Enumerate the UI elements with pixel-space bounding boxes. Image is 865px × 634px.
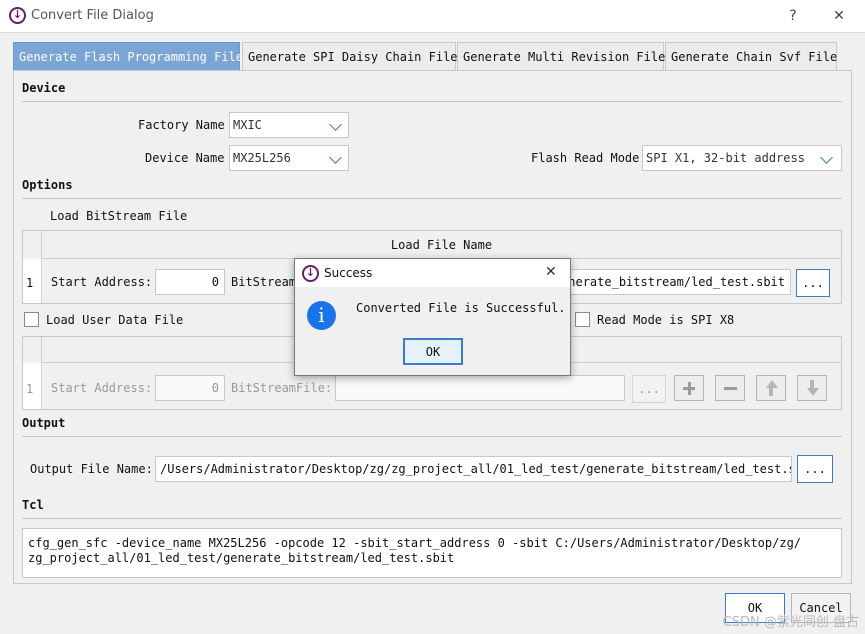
device-name-label: Device Name <box>145 151 225 165</box>
success-ok-button[interactable]: OK <box>403 338 463 365</box>
chevron-down-icon <box>329 118 342 131</box>
device-divider <box>22 101 842 102</box>
start-address-label: Start Address: <box>51 275 153 289</box>
info-icon: i <box>307 301 336 330</box>
close-window-button[interactable]: ✕ <box>828 5 850 27</box>
read-mode-x8-label: Read Mode is SPI X8 <box>597 313 735 327</box>
arrow-down-icon <box>807 388 819 396</box>
title-bar: ↓ Convert File Dialog ? ✕ <box>0 0 865 32</box>
browse-user-data-button[interactable]: ... <box>632 375 666 403</box>
device-section-title: Device <box>22 81 66 95</box>
factory-name-value: MXIC <box>233 118 262 132</box>
factory-name-label: Factory Name <box>138 118 225 132</box>
device-name-value: MX25L256 <box>233 151 291 165</box>
chevron-down-icon <box>329 151 342 164</box>
output-file-name-input[interactable]: /Users/Administrator/Desktop/zg/zg_proje… <box>155 456 792 482</box>
device-name-select[interactable]: MX25L256 <box>229 145 349 171</box>
output-divider <box>22 436 842 437</box>
success-message: Converted File is Successful. <box>356 301 566 315</box>
arrow-up-icon <box>766 380 778 388</box>
success-dialog-title-bar: ↓ Success ✕ <box>295 259 570 287</box>
flash-read-mode-value: SPI X1, 32-bit address <box>646 151 805 165</box>
tab-generate-spi-daisy-chain-file[interactable]: Generate SPI Daisy Chain File <box>242 42 458 70</box>
options-section-title: Options <box>22 178 73 192</box>
row-number: 1 <box>26 276 34 290</box>
row-number: 1 <box>26 382 34 396</box>
success-dialog-close-button[interactable]: ✕ <box>545 264 557 280</box>
bitstream-file-input[interactable]: generate_bitstream/led_test.sbit <box>551 269 791 295</box>
start-address-input[interactable]: 0 <box>155 375 225 401</box>
remove-button[interactable] <box>715 375 745 401</box>
table-header-load-file-name: Load File Name <box>42 231 841 259</box>
read-mode-x8-checkbox[interactable] <box>575 312 590 327</box>
app-logo-icon: ↓ <box>302 265 319 282</box>
app-logo-icon: ↓ <box>9 7 26 24</box>
load-user-data-label: Load User Data File <box>46 313 184 327</box>
help-button[interactable]: ? <box>782 5 804 27</box>
bitstream-file-label: BitStreamFile: <box>231 381 333 395</box>
tcl-command-box[interactable]: cfg_gen_sfc -device_name MX25L256 -opcod… <box>22 528 842 578</box>
browse-bitstream-button[interactable]: ... <box>796 269 830 297</box>
output-section-title: Output <box>22 416 66 430</box>
tcl-line-2: zg_project_all/01_led_test/generate_bits… <box>28 551 455 565</box>
factory-name-select[interactable]: MXIC <box>229 112 349 138</box>
tab-generate-flash-programming-file[interactable]: Generate Flash Programming File <box>13 42 243 70</box>
move-down-button[interactable] <box>797 375 827 401</box>
window-title: Convert File Dialog <box>31 8 154 23</box>
browse-output-button[interactable]: ... <box>797 455 833 483</box>
tab-generate-multi-revision-file[interactable]: Generate Multi Revision File <box>457 42 665 70</box>
output-file-name-label: Output File Name: <box>30 462 153 476</box>
success-dialog-title: Success <box>324 266 373 280</box>
user-data-file-input[interactable] <box>335 375 625 401</box>
flash-read-mode-select[interactable]: SPI X1, 32-bit address <box>642 145 842 171</box>
move-up-button[interactable] <box>756 375 786 401</box>
tcl-line-1: cfg_gen_sfc -device_name MX25L256 -opcod… <box>28 536 802 550</box>
start-address-input[interactable]: 0 <box>155 269 225 295</box>
bitstream-label: BitStream <box>231 275 297 289</box>
add-button[interactable] <box>674 375 704 401</box>
load-bitstream-label: Load BitStream File <box>50 209 188 223</box>
success-dialog: ↓ Success ✕ i Converted File is Successf… <box>294 258 571 376</box>
flash-read-mode-label: Flash Read Mode <box>531 151 640 165</box>
load-user-data-checkbox[interactable] <box>24 312 39 327</box>
tcl-section-title: Tcl <box>22 498 44 512</box>
tcl-divider <box>22 518 842 519</box>
start-address-label: Start Address: <box>51 381 153 395</box>
tab-generate-chain-svf-file[interactable]: Generate Chain Svf File <box>665 42 837 70</box>
watermark: CSDN @紫光同创 盘古 <box>722 615 859 630</box>
options-divider <box>22 198 842 199</box>
minus-icon <box>724 387 737 390</box>
chevron-down-icon <box>820 151 833 164</box>
